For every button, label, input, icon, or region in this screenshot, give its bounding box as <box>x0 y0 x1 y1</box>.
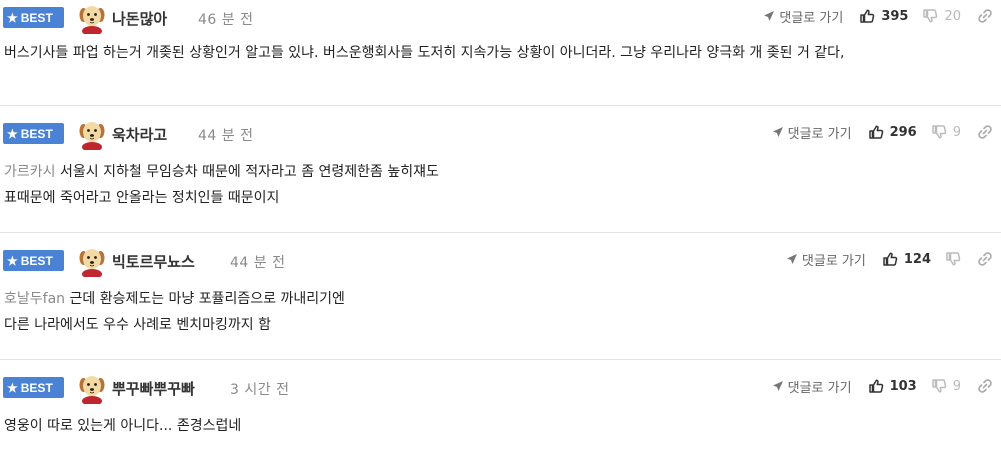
best-badge-label: BEST <box>20 10 53 25</box>
go-to-reply-button[interactable]: 댓글로 가기 <box>786 250 866 269</box>
reply-label: 댓글로 가기 <box>779 10 844 26</box>
comment-line: 표때문에 죽어라고 안올라는 정치인들 때문이지 <box>4 190 280 206</box>
comment-line: 다른 나라에서도 우수 사례로 벤치마킹까지 함 <box>4 317 271 333</box>
go-to-reply-button[interactable]: 댓글로 가기 <box>763 7 843 26</box>
link-icon <box>977 8 993 24</box>
comment-body: 가르카시 서울시 지하철 무임승차 때문에 적자라고 좀 연령제한좀 높히쟤도 … <box>0 152 1001 211</box>
comment-header: ★ BEST 나돈많아 46 분 전 댓글로 가기 395 20 <box>0 0 1001 36</box>
link-icon <box>977 378 993 394</box>
send-arrow-icon <box>772 126 784 138</box>
comment-header: ★ BEST 욱차라고 44 분 전 댓글로 가기 296 9 <box>0 116 1001 152</box>
comment-actions: 댓글로 가기 124 <box>786 247 993 271</box>
dislike-button[interactable]: 9 <box>931 378 961 394</box>
comment-header: ★ BEST 뿌꾸빠뿌꾸빠 3 시간 전 댓글로 가기 103 9 <box>0 370 1001 406</box>
like-count: 395 <box>881 8 909 24</box>
thumbs-down-icon <box>922 8 938 24</box>
comment-actions: 댓글로 가기 103 9 <box>772 374 993 398</box>
comment-text: 영웅이 따로 있는게 아니다... 존경스럽네 <box>4 418 242 434</box>
best-badge: ★ BEST <box>3 377 64 398</box>
dislike-button[interactable]: 9 <box>931 124 961 140</box>
like-button[interactable]: 296 <box>868 124 917 140</box>
send-arrow-icon <box>772 380 784 392</box>
nickname[interactable]: 나돈많아 <box>112 8 167 29</box>
nickname[interactable]: 뿌꾸빠뿌꾸빠 <box>112 378 195 399</box>
share-link-button[interactable] <box>977 251 993 267</box>
like-count: 103 <box>889 378 917 394</box>
best-badge-label: BEST <box>20 253 53 268</box>
reply-label: 댓글로 가기 <box>787 126 852 142</box>
mention-tag[interactable]: 가르카시 <box>4 164 56 180</box>
like-count: 124 <box>903 251 931 267</box>
dislike-button[interactable]: 20 <box>922 8 961 24</box>
share-link-button[interactable] <box>977 378 993 394</box>
nickname[interactable]: 빅토르무뇨스 <box>112 251 195 272</box>
best-badge: ★ BEST <box>3 123 64 144</box>
star-icon: ★ <box>7 380 18 395</box>
comment-text: 서울시 지하철 무임승차 때문에 적자라고 좀 연령제한좀 높히쟤도 <box>59 164 439 180</box>
comment-item: ★ BEST 뿌꾸빠뿌꾸빠 3 시간 전 댓글로 가기 103 9 영웅이 따로… <box>0 370 1001 454</box>
like-button[interactable]: 395 <box>859 8 908 24</box>
comment-item: ★ BEST 빅토르무뇨스 44 분 전 댓글로 가기 124 호날두fan 근… <box>0 243 1001 360</box>
nickname[interactable]: 욱차라고 <box>112 124 167 145</box>
comment-actions: 댓글로 가기 395 20 <box>763 4 993 28</box>
comment-item: ★ BEST 나돈많아 46 분 전 댓글로 가기 395 20 버스기사들 파… <box>0 0 1001 106</box>
thumbs-up-icon <box>882 251 898 267</box>
star-icon: ★ <box>7 126 18 141</box>
comment-text: 근데 환승제도는 마냥 포퓰리즘으로 까내리기엔 <box>69 291 345 307</box>
send-arrow-icon <box>763 10 775 22</box>
puppy-avatar-icon[interactable] <box>76 372 108 404</box>
comment-header: ★ BEST 빅토르무뇨스 44 분 전 댓글로 가기 124 <box>0 243 1001 279</box>
timestamp: 44 분 전 <box>230 255 286 271</box>
share-link-button[interactable] <box>977 124 993 140</box>
dislike-count: 20 <box>944 8 961 24</box>
thumbs-up-icon <box>859 8 875 24</box>
comment-item: ★ BEST 욱차라고 44 분 전 댓글로 가기 296 9 가르카시 서울시 <box>0 116 1001 233</box>
thumbs-down-icon <box>945 251 961 267</box>
puppy-avatar-icon[interactable] <box>76 245 108 277</box>
like-button[interactable]: 124 <box>882 251 931 267</box>
like-count: 296 <box>889 124 917 140</box>
thumbs-down-icon <box>931 124 947 140</box>
send-arrow-icon <box>786 253 798 265</box>
link-icon <box>977 124 993 140</box>
reply-label: 댓글로 가기 <box>801 253 866 269</box>
thumbs-down-icon <box>931 378 947 394</box>
best-badge-label: BEST <box>20 380 53 395</box>
puppy-avatar-icon[interactable] <box>76 118 108 150</box>
star-icon: ★ <box>7 253 18 268</box>
go-to-reply-button[interactable]: 댓글로 가기 <box>772 377 852 396</box>
thumbs-up-icon <box>868 124 884 140</box>
timestamp: 46 분 전 <box>198 12 254 28</box>
like-button[interactable]: 103 <box>868 378 917 394</box>
thumbs-up-icon <box>868 378 884 394</box>
link-icon <box>977 251 993 267</box>
comment-line: 가르카시 서울시 지하철 무임승차 때문에 적자라고 좀 연령제한좀 높히쟤도 <box>4 159 991 185</box>
comment-body: 호날두fan 근데 환승제도는 마냥 포퓰리즘으로 까내리기엔 다른 나라에서도… <box>0 279 1001 338</box>
dislike-count: 9 <box>952 378 961 394</box>
timestamp: 44 분 전 <box>198 128 254 144</box>
best-badge: ★ BEST <box>3 7 64 28</box>
share-link-button[interactable] <box>977 8 993 24</box>
best-badge: ★ BEST <box>3 250 64 271</box>
go-to-reply-button[interactable]: 댓글로 가기 <box>772 123 852 142</box>
puppy-avatar-icon[interactable] <box>76 2 108 34</box>
comment-text: 버스기사들 파업 하는거 개좆된 상황인거 알고들 있냐. 버스운행회사들 도저… <box>4 45 845 61</box>
reply-label: 댓글로 가기 <box>787 380 852 396</box>
timestamp: 3 시간 전 <box>230 382 290 398</box>
dislike-button[interactable] <box>945 251 961 267</box>
mention-tag[interactable]: 호날두fan <box>4 291 65 307</box>
star-icon: ★ <box>7 10 18 25</box>
dislike-count: 9 <box>952 124 961 140</box>
best-badge-label: BEST <box>20 126 53 141</box>
comment-actions: 댓글로 가기 296 9 <box>772 120 993 144</box>
comment-line: 호날두fan 근데 환승제도는 마냥 포퓰리즘으로 까내리기엔 <box>4 286 991 312</box>
